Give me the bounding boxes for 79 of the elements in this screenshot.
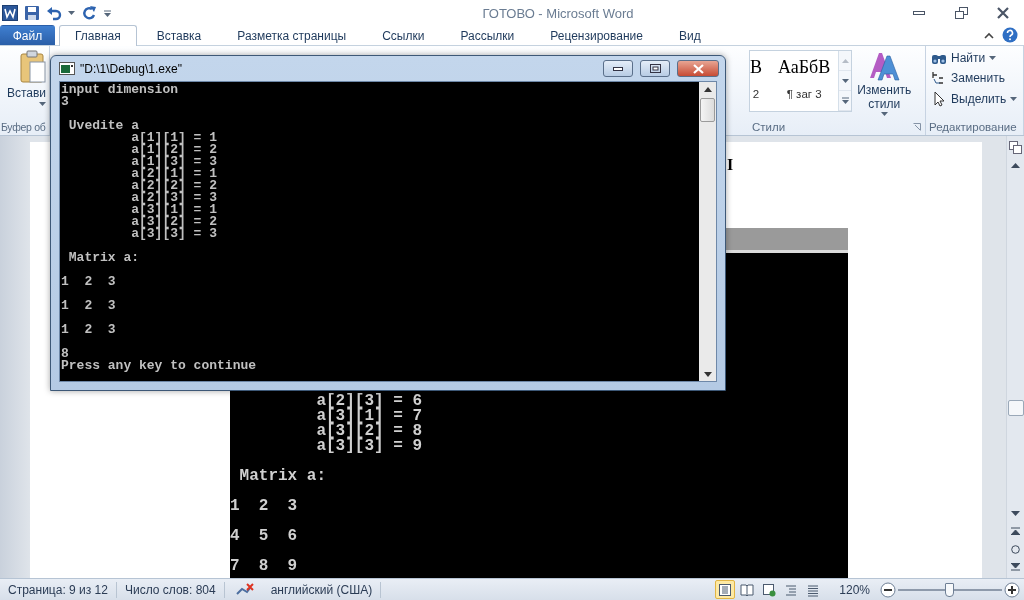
console-title: "D:\1\Debug\1.exe" — [80, 61, 183, 76]
dialog-launcher-icon[interactable] — [913, 123, 921, 131]
caret-icon — [880, 112, 888, 116]
maximize-icon — [649, 64, 661, 73]
caret-icon[interactable] — [68, 11, 75, 15]
zoom-out-icon[interactable] — [880, 581, 896, 598]
ribbon-tab[interactable]: Вид — [662, 25, 717, 45]
change-styles-button[interactable]: Изменить стили — [856, 50, 913, 116]
heading-text: I — [727, 156, 734, 174]
caret-icon — [989, 56, 997, 60]
language-status[interactable]: английский (США) — [262, 581, 382, 598]
lines-icon — [806, 582, 821, 597]
zoom-level[interactable]: 120% — [839, 582, 870, 597]
web-page-icon — [762, 582, 777, 597]
help-icon[interactable] — [1002, 27, 1018, 43]
redo-icon[interactable] — [81, 5, 97, 21]
paste-button[interactable]: Встави — [3, 50, 46, 106]
edit-button[interactable]: Выделить — [929, 90, 1020, 108]
minimize-icon — [613, 66, 623, 71]
styles-letter-icon — [868, 50, 901, 82]
more-styles-button[interactable] — [839, 91, 852, 111]
edit-button[interactable]: Заменить — [929, 69, 1007, 87]
zoom-in-icon[interactable] — [1004, 581, 1020, 598]
page-count[interactable]: Страница: 9 из 12 — [0, 581, 117, 598]
view-button[interactable] — [715, 580, 736, 599]
console-scrollbar[interactable] — [699, 82, 716, 381]
close-icon — [692, 63, 704, 74]
maximize-button[interactable] — [640, 60, 670, 77]
scroll-thumb[interactable] — [1007, 400, 1024, 416]
up-arrow-icon — [841, 58, 849, 63]
restore-icon[interactable] — [954, 7, 968, 19]
console-icon — [59, 62, 75, 75]
caret-icon — [1010, 97, 1018, 101]
save-icon[interactable] — [24, 5, 40, 21]
file-tab[interactable]: Файл — [0, 25, 55, 45]
ruler-icon[interactable] — [1009, 140, 1022, 154]
browse-object-icon[interactable] — [1011, 544, 1020, 554]
style-item[interactable]: В 2 — [750, 51, 770, 111]
scroll-down-icon[interactable] — [703, 371, 712, 377]
cursor-icon — [931, 91, 947, 107]
previous-page-icon[interactable] — [1011, 527, 1020, 535]
edit-button[interactable]: Найти — [929, 50, 999, 66]
undo-icon[interactable] — [46, 5, 62, 21]
group-label: Стили — [751, 120, 786, 135]
ribbon-tab[interactable]: Ссылки — [366, 25, 441, 45]
caret-icon — [39, 102, 46, 106]
minimize-icon[interactable] — [913, 11, 925, 15]
ribbon-tab[interactable]: Рецензирование — [534, 25, 659, 45]
style-item[interactable]: АаБбВ ¶ заг 3 — [770, 51, 839, 111]
customize-icon[interactable] — [103, 8, 112, 18]
scroll-thumb[interactable] — [700, 98, 715, 122]
down-arrow-icon — [841, 78, 849, 83]
next-page-icon[interactable] — [1011, 563, 1020, 571]
book-icon — [740, 582, 755, 597]
ribbon-tab[interactable]: Главная — [59, 25, 137, 46]
word-count[interactable]: Число слов: 804 — [116, 581, 225, 598]
word-logo-icon[interactable] — [2, 5, 18, 21]
group-label: Редактирование — [928, 120, 1018, 135]
close-icon[interactable] — [997, 7, 1009, 19]
console-text: input dimension 3 Uvedite a a[1][1] = 1 a[1][2] = 2 a[1][3] = 3 a[2][1] = 1 a[2][2] = 2 a[2][3] = 3 a[3][1] = 1 a[3][2] = 2 a[3][3] = 3 Matrix a: 1 2 3 1 2 3 1 2 3 8 Press any key to continue — [61, 84, 257, 372]
vertical-scrollbar[interactable] — [1006, 136, 1024, 578]
minimize-button[interactable] — [603, 60, 633, 77]
group-label: Буфер об — [0, 120, 47, 135]
page-icon — [718, 582, 733, 597]
zoom-thumb[interactable] — [945, 582, 954, 597]
outline-icon — [784, 582, 799, 597]
clipboard-icon — [20, 50, 46, 84]
ribbon-tab[interactable]: Вставка — [140, 25, 218, 45]
console-text: a[2][3] = 6 a[3][1] = 7 a[3][2] = 8 a[3][3] = 9 Matrix a: 1 2 3 4 5 6 7 8 9 — [230, 394, 423, 574]
scroll-down-button[interactable] — [839, 71, 852, 91]
scroll-up-icon[interactable] — [1011, 162, 1020, 168]
collapse-ribbon-icon[interactable] — [984, 31, 994, 39]
ribbon-tab[interactable]: Рассылки — [444, 25, 531, 45]
ribbon-tab[interactable]: Разметка страницы — [221, 25, 363, 45]
expand-icon — [841, 97, 849, 104]
scroll-up-icon[interactable] — [703, 86, 712, 92]
window-title: ГОТОВО - Microsoft Word — [481, 5, 635, 21]
close-button[interactable] — [677, 60, 719, 77]
scroll-down-icon[interactable] — [1011, 510, 1020, 516]
